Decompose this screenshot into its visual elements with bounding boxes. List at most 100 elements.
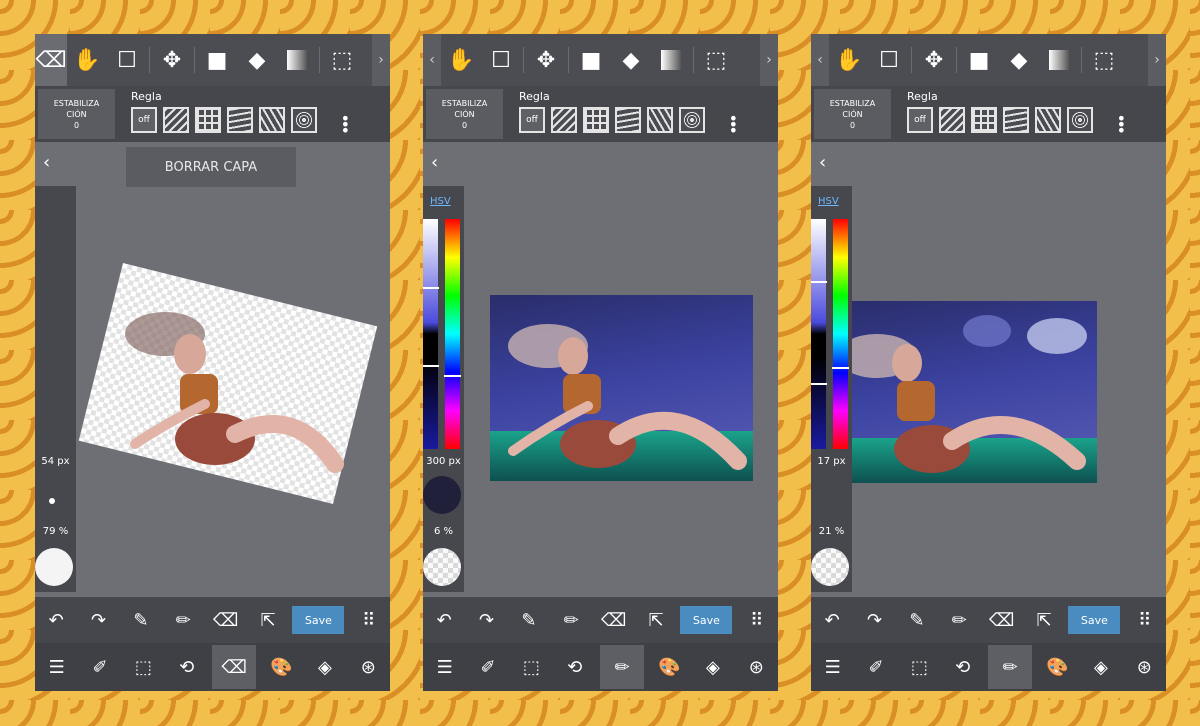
clear-layer-button[interactable]: BORRAR CAPA [126, 147, 296, 187]
layers-icon[interactable]: ◈ [307, 657, 343, 678]
redo-icon[interactable]: ↷ [857, 610, 893, 631]
move-tool-icon[interactable]: ✥ [526, 34, 566, 86]
export-icon[interactable]: ⇱ [638, 610, 674, 631]
shape-tool-icon[interactable]: ☐ [481, 34, 521, 86]
move-tool-icon[interactable]: ✥ [152, 34, 192, 86]
transform-icon[interactable]: ⟲ [169, 657, 205, 678]
edit-icon[interactable]: ✐ [470, 657, 506, 678]
hand-tool-icon[interactable]: ✋ [829, 34, 869, 86]
more-options-icon[interactable]: • • • [341, 111, 350, 139]
chevron-left-icon[interactable]: ‹ [43, 152, 50, 173]
undo-icon[interactable]: ↶ [814, 610, 850, 631]
redo-icon[interactable]: ↷ [81, 610, 117, 631]
ruler-off-button[interactable]: off [519, 107, 545, 133]
hue-marker[interactable] [444, 375, 461, 377]
hand-tool-icon[interactable]: ✋ [67, 34, 107, 86]
eyedropper-icon[interactable]: ✎ [123, 610, 159, 631]
palette-icon[interactable]: 🎨 [264, 657, 300, 678]
transform-icon[interactable]: ⟲ [557, 657, 593, 678]
chevron-right-icon[interactable]: › [372, 34, 390, 86]
gradient-tool-icon[interactable] [277, 34, 317, 86]
selection-icon[interactable]: ⬚ [125, 657, 161, 678]
eraser-icon[interactable]: ⌫ [208, 610, 244, 631]
eraser-mode-icon[interactable]: ⌫ [212, 645, 257, 689]
current-color-swatch[interactable] [35, 548, 73, 586]
fill-rect-tool-icon[interactable]: ■ [571, 34, 611, 86]
redo-icon[interactable]: ↷ [469, 610, 505, 631]
menu-icon[interactable]: ☰ [427, 657, 463, 678]
transform-icon[interactable]: ⟲ [945, 657, 981, 678]
undo-icon[interactable]: ↶ [38, 610, 74, 631]
eyedropper-icon[interactable]: ✎ [899, 610, 935, 631]
ruler-grid-icon[interactable] [583, 107, 609, 133]
menu-icon[interactable]: ☰ [39, 657, 75, 678]
eraser-tool-icon[interactable]: ⌫ [35, 34, 67, 86]
value-marker[interactable] [423, 365, 439, 367]
hand-tool-icon[interactable]: ✋ [441, 34, 481, 86]
current-color-swatch[interactable] [811, 548, 849, 586]
gradient-tool-icon[interactable] [1039, 34, 1079, 86]
saturation-value-bar[interactable] [423, 219, 439, 449]
hue-marker[interactable] [832, 367, 849, 369]
pen-mode-icon[interactable]: ✏ [988, 645, 1033, 689]
undo-icon[interactable]: ↶ [426, 610, 462, 631]
ruler-perspective-icon[interactable] [1003, 107, 1029, 133]
chevron-right-icon[interactable]: › [1148, 34, 1166, 86]
ruler-concentric-icon[interactable] [291, 107, 317, 133]
fill-rect-tool-icon[interactable]: ■ [959, 34, 999, 86]
value-marker[interactable] [811, 383, 827, 385]
bucket-tool-icon[interactable]: ◆ [237, 34, 277, 86]
saturation-marker[interactable] [423, 287, 439, 289]
material-icon[interactable]: ⊛ [1126, 657, 1162, 678]
ruler-off-button[interactable]: off [131, 107, 157, 133]
ruler-perspective-icon[interactable] [227, 107, 253, 133]
edit-icon[interactable]: ✐ [82, 657, 118, 678]
ruler-perspective-icon[interactable] [615, 107, 641, 133]
saturation-marker[interactable] [811, 281, 827, 283]
hsv-toggle[interactable]: HSV [430, 196, 451, 207]
ruler-concentric-icon[interactable] [1067, 107, 1093, 133]
move-tool-icon[interactable]: ✥ [914, 34, 954, 86]
ruler-radial-icon[interactable] [1035, 107, 1061, 133]
stabilization-button[interactable]: ESTABILIZA CIÓN 0 [814, 89, 891, 139]
eraser-icon[interactable]: ⌫ [984, 610, 1020, 631]
bucket-tool-icon[interactable]: ◆ [999, 34, 1039, 86]
pen-icon[interactable]: ✏ [553, 610, 589, 631]
chevron-left-icon[interactable]: ‹ [819, 152, 826, 173]
ruler-concentric-icon[interactable] [679, 107, 705, 133]
layers-icon[interactable]: ◈ [695, 657, 731, 678]
shape-tool-icon[interactable]: ☐ [107, 34, 147, 86]
ruler-grid-icon[interactable] [195, 107, 221, 133]
select-tool-icon[interactable]: ⬚ [322, 34, 362, 86]
ruler-off-button[interactable]: off [907, 107, 933, 133]
bucket-tool-icon[interactable]: ◆ [611, 34, 651, 86]
more-options-icon[interactable]: • • • [729, 111, 738, 139]
material-icon[interactable]: ⊛ [350, 657, 386, 678]
select-tool-icon[interactable]: ⬚ [696, 34, 736, 86]
save-button[interactable]: Save [680, 606, 733, 634]
ruler-parallel-icon[interactable] [163, 107, 189, 133]
edit-icon[interactable]: ✐ [858, 657, 894, 678]
select-tool-icon[interactable]: ⬚ [1084, 34, 1124, 86]
hue-bar[interactable] [832, 219, 849, 449]
current-color-swatch[interactable] [423, 548, 461, 586]
palette-icon[interactable]: 🎨 [652, 657, 688, 678]
eraser-icon[interactable]: ⌫ [596, 610, 632, 631]
layers-icon[interactable]: ◈ [1083, 657, 1119, 678]
ruler-parallel-icon[interactable] [551, 107, 577, 133]
ruler-parallel-icon[interactable] [939, 107, 965, 133]
ruler-radial-icon[interactable] [259, 107, 285, 133]
pen-icon[interactable]: ✏ [165, 610, 201, 631]
export-icon[interactable]: ⇱ [1026, 610, 1062, 631]
gradient-tool-icon[interactable] [651, 34, 691, 86]
selection-icon[interactable]: ⬚ [513, 657, 549, 678]
saturation-value-bar[interactable] [811, 219, 827, 449]
save-button[interactable]: Save [1068, 606, 1121, 634]
grid-menu-icon[interactable]: ⠿ [351, 610, 387, 631]
ruler-grid-icon[interactable] [971, 107, 997, 133]
export-icon[interactable]: ⇱ [250, 610, 286, 631]
hsv-toggle[interactable]: HSV [818, 196, 839, 207]
material-icon[interactable]: ⊛ [738, 657, 774, 678]
chevron-left-icon[interactable]: ‹ [811, 34, 829, 86]
stabilization-button[interactable]: ESTABILIZA CIÓN 0 [426, 89, 503, 139]
